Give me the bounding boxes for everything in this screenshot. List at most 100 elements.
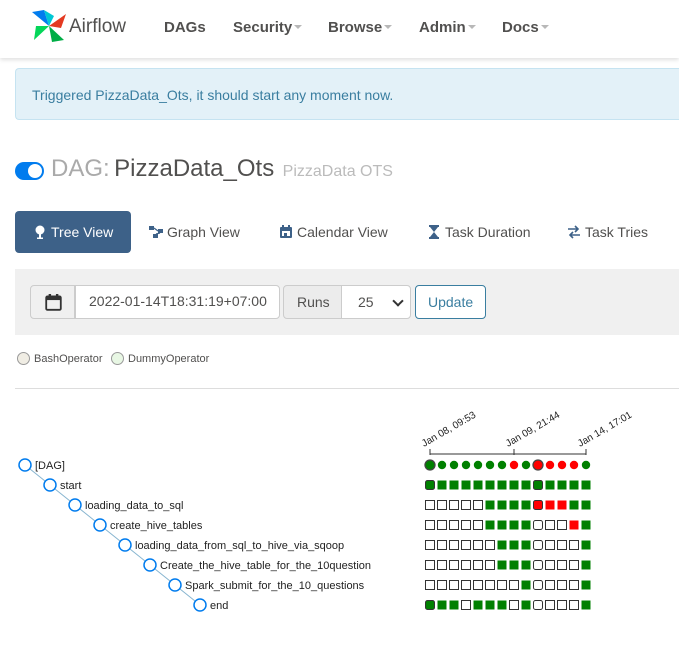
task-label[interactable]: Create_the_hive_table_for_the_10question — [160, 560, 371, 572]
task-instance-square[interactable] — [533, 520, 543, 530]
task-instance-square[interactable] — [473, 580, 483, 590]
dag-run-circle[interactable] — [485, 460, 495, 470]
task-instance-square[interactable] — [581, 600, 591, 610]
task-instance-square[interactable] — [497, 580, 507, 590]
task-instance-square[interactable] — [485, 540, 495, 550]
task-node[interactable] — [118, 538, 132, 552]
task-instance-square[interactable] — [449, 500, 459, 510]
task-instance-square[interactable] — [509, 560, 519, 570]
nav-dags[interactable]: DAGs — [164, 19, 206, 36]
task-instance-square[interactable] — [461, 520, 471, 530]
task-instance-square[interactable] — [497, 540, 507, 550]
airflow-logo[interactable] — [30, 8, 68, 44]
nav-admin[interactable]: Admin — [419, 19, 476, 36]
task-instance-square[interactable] — [521, 560, 531, 570]
task-instance-square[interactable] — [557, 560, 567, 570]
task-instance-square[interactable] — [461, 500, 471, 510]
task-instance-square[interactable] — [437, 520, 447, 530]
task-instance-square[interactable] — [581, 540, 591, 550]
brand-name[interactable]: Airflow — [69, 16, 126, 38]
task-instance-square[interactable] — [545, 520, 555, 530]
tab-task-duration[interactable]: Task Duration — [427, 211, 531, 253]
task-instance-square[interactable] — [449, 600, 459, 610]
task-instance-square[interactable] — [581, 560, 591, 570]
task-instance-square[interactable] — [485, 500, 495, 510]
task-instance-square[interactable] — [569, 520, 579, 530]
task-instance-square[interactable] — [557, 500, 567, 510]
dag-run-circle[interactable] — [532, 459, 544, 471]
nav-security[interactable]: Security — [233, 19, 303, 36]
task-label[interactable]: loading_data_to_sql — [85, 500, 183, 512]
task-instance-square[interactable] — [581, 480, 591, 490]
dag-run-circle[interactable] — [424, 459, 436, 471]
task-instance-square[interactable] — [581, 520, 591, 530]
task-instance-square[interactable] — [485, 580, 495, 590]
task-instance-square[interactable] — [533, 500, 543, 510]
task-instance-square[interactable] — [497, 560, 507, 570]
task-instance-square[interactable] — [533, 480, 543, 490]
task-instance-square[interactable] — [473, 520, 483, 530]
task-instance-square[interactable] — [533, 560, 543, 570]
task-instance-square[interactable] — [521, 500, 531, 510]
task-instance-square[interactable] — [473, 480, 483, 490]
task-label[interactable]: [DAG] — [35, 460, 65, 472]
task-instance-square[interactable] — [485, 560, 495, 570]
task-instance-square[interactable] — [509, 540, 519, 550]
task-label[interactable]: loading_data_from_sql_to_hive_via_sqoop — [135, 540, 344, 552]
task-instance-square[interactable] — [521, 580, 531, 590]
dag-run-circle[interactable] — [509, 460, 519, 470]
task-instance-square[interactable] — [569, 580, 579, 590]
task-instance-square[interactable] — [521, 600, 531, 610]
task-label[interactable]: end — [210, 600, 228, 612]
task-instance-square[interactable] — [485, 480, 495, 490]
task-label[interactable]: Spark_submit_for_the_10_questions — [185, 580, 365, 592]
runs-select[interactable]: 25 — [341, 285, 411, 319]
task-instance-square[interactable] — [581, 500, 591, 510]
task-instance-square[interactable] — [533, 580, 543, 590]
tab-task-tries[interactable]: Task Tries — [567, 211, 648, 253]
task-instance-square[interactable] — [449, 480, 459, 490]
task-instance-square[interactable] — [521, 540, 531, 550]
task-instance-square[interactable] — [425, 560, 435, 570]
task-instance-square[interactable] — [569, 560, 579, 570]
task-instance-square[interactable] — [581, 580, 591, 590]
task-instance-square[interactable] — [509, 600, 519, 610]
task-instance-square[interactable] — [545, 580, 555, 590]
task-instance-square[interactable] — [497, 480, 507, 490]
task-node[interactable] — [168, 578, 182, 592]
dag-run-circle[interactable] — [569, 460, 579, 470]
task-instance-square[interactable] — [437, 480, 447, 490]
task-instance-square[interactable] — [425, 540, 435, 550]
task-instance-square[interactable] — [509, 520, 519, 530]
task-instance-square[interactable] — [533, 600, 543, 610]
task-instance-square[interactable] — [473, 540, 483, 550]
tab-graph-view[interactable]: Graph View — [149, 211, 240, 253]
update-button[interactable]: Update — [415, 285, 486, 319]
date-picker-button[interactable] — [30, 285, 75, 319]
task-instance-square[interactable] — [461, 560, 471, 570]
task-label[interactable]: start — [60, 480, 81, 492]
dag-run-circle[interactable] — [473, 460, 483, 470]
tab-tree-view[interactable]: Tree View — [15, 211, 131, 253]
dag-run-circle[interactable] — [557, 460, 567, 470]
task-instance-square[interactable] — [425, 480, 435, 490]
task-instance-square[interactable] — [449, 580, 459, 590]
dag-run-circle[interactable] — [461, 460, 471, 470]
task-instance-square[interactable] — [449, 540, 459, 550]
task-instance-square[interactable] — [545, 560, 555, 570]
task-instance-square[interactable] — [569, 480, 579, 490]
base-date-input[interactable]: 2022-01-14T18:31:19+07:00 — [75, 285, 280, 319]
task-node[interactable] — [93, 518, 107, 532]
task-instance-square[interactable] — [485, 600, 495, 610]
task-instance-square[interactable] — [461, 480, 471, 490]
task-instance-square[interactable] — [497, 500, 507, 510]
task-node[interactable] — [68, 498, 82, 512]
task-instance-square[interactable] — [545, 480, 555, 490]
task-node[interactable] — [18, 458, 32, 472]
task-instance-square[interactable] — [557, 540, 567, 550]
dag-run-circle[interactable] — [449, 460, 459, 470]
dag-pause-toggle[interactable] — [15, 162, 44, 180]
task-instance-square[interactable] — [497, 520, 507, 530]
task-instance-square[interactable] — [461, 540, 471, 550]
task-node[interactable] — [143, 558, 157, 572]
